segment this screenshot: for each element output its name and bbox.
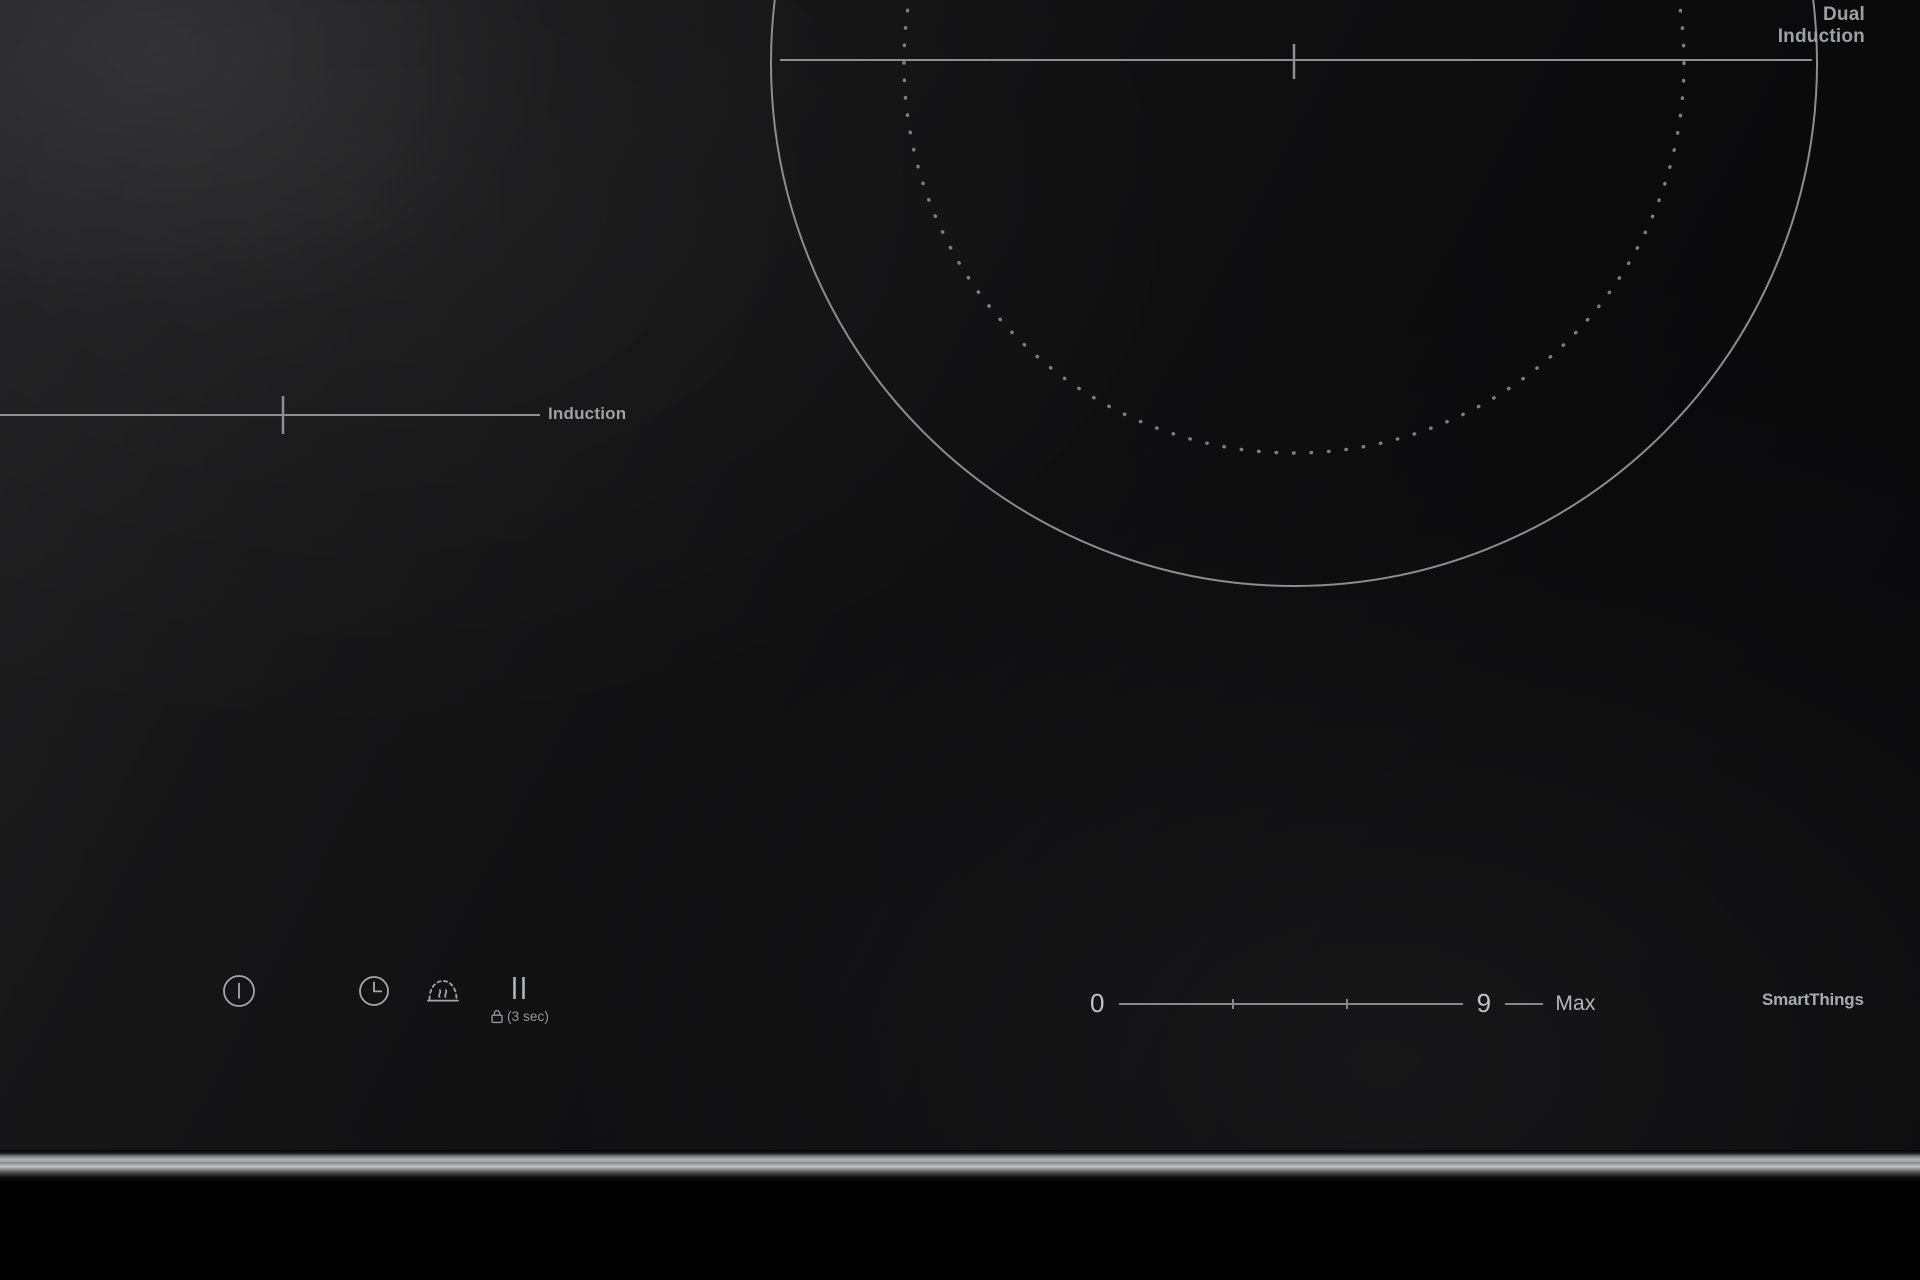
- keep-warm-button[interactable]: [424, 972, 462, 1010]
- pause-lock-button[interactable]: (3 sec): [490, 972, 549, 1024]
- slider-boost-dash: [1505, 1002, 1544, 1005]
- slider-tick: [1232, 998, 1235, 1009]
- power-level-slider[interactable]: 0 9 Max: [1090, 930, 1830, 1070]
- smartthings-branding: SmartThings: [1762, 990, 1864, 1009]
- timer-button[interactable]: [357, 974, 391, 1008]
- slider-min-label: 0: [1090, 988, 1105, 1018]
- below-trim-area: [0, 1182, 1920, 1280]
- slider-row: 0 9 Max: [1090, 988, 1596, 1019]
- lock-icon: [491, 1009, 503, 1024]
- keep-warm-icon: [427, 980, 459, 1002]
- lock-hint: (3 sec): [490, 1009, 549, 1024]
- cooktop-surface: Induction Dual Induction (3 sec) 0 9 Max…: [0, 0, 1920, 1280]
- pause-icon: [513, 977, 526, 999]
- power-button[interactable]: [222, 974, 256, 1008]
- power-icon: [223, 975, 255, 1007]
- front-metal-trim: [0, 1150, 1920, 1182]
- slider-tick: [1345, 998, 1348, 1009]
- control-bar: (3 sec) 0 9 Max SmartThings: [0, 930, 1920, 1070]
- slider-boost-label: Max: [1555, 991, 1596, 1015]
- lock-hint-text: (3 sec): [507, 1009, 549, 1024]
- clock-icon: [359, 976, 389, 1006]
- slider-max-label: 9: [1476, 988, 1492, 1018]
- slider-track[interactable]: [1118, 998, 1463, 1009]
